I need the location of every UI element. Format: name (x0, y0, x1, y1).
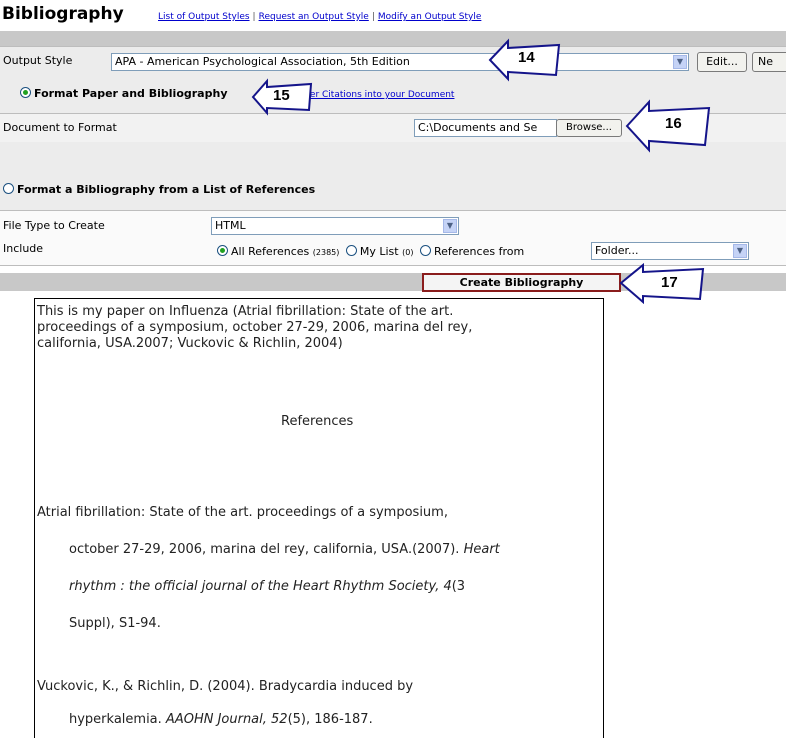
reference-text: (3 (451, 579, 466, 594)
file-type-label: File Type to Create (3, 219, 105, 232)
request-output-style-link[interactable]: Request an Output Style (259, 12, 369, 22)
file-type-value: HTML (215, 219, 246, 232)
enter-citations-link[interactable]: Enter Citations into your Document (295, 90, 454, 100)
format-paper-option[interactable]: Format Paper and Bibliography (20, 87, 227, 100)
radio-unselected-icon[interactable] (419, 245, 431, 256)
format-paper-label: Format Paper and Bibliography (34, 87, 228, 100)
folder-select[interactable]: Folder... ▼ (591, 242, 749, 260)
link-separator: | (252, 12, 256, 22)
all-references-label[interactable]: All References (231, 245, 309, 258)
edit-style-button[interactable]: Edit... (697, 52, 747, 72)
reference-1-line: rhythm : the official journal of the Hea… (69, 579, 465, 594)
format-list-option[interactable]: Format a Bibliography from a List of Ref… (3, 183, 315, 196)
output-style-value: APA - American Psychological Association… (115, 55, 410, 68)
radio-selected-icon[interactable] (20, 87, 31, 98)
reference-1-line: october 27-29, 2006, marina del rey, cal… (69, 542, 500, 557)
radio-selected-icon[interactable] (217, 245, 228, 256)
callout-15: 15 (251, 78, 314, 116)
references-heading: References (281, 414, 354, 429)
list-output-styles-link[interactable]: List of Output Styles (158, 12, 250, 22)
reference-1-line: Atrial fibrillation: State of the art. p… (37, 505, 448, 520)
callout-number: 17 (661, 274, 678, 291)
my-list-count: (0) (402, 248, 414, 257)
header-links: List of Output Styles | Request an Output … (158, 12, 481, 22)
document-label: Document to Format (3, 121, 117, 134)
callout-17: 17 (619, 263, 707, 304)
link-separator: | (371, 12, 375, 22)
reference-text: (5), 186-187. (287, 712, 373, 727)
browse-button[interactable]: Browse... (556, 119, 622, 137)
preview-intro-line: california, USA.2007; Vuckovic & Richlin… (37, 336, 343, 351)
reference-text: hyperkalemia. (69, 712, 166, 727)
callout-number: 16 (665, 115, 682, 132)
include-label: Include (3, 242, 44, 255)
create-bibliography-button[interactable]: Create Bibliography (422, 273, 621, 292)
folder-value: Folder... (595, 244, 639, 257)
callout-14: 14 (488, 38, 563, 82)
my-list-label[interactable]: My List (360, 245, 399, 258)
include-options: All References (2385) My List (0) Refere… (217, 245, 524, 258)
chevron-down-icon: ▼ (733, 244, 747, 258)
reference-text: october 27-29, 2006, marina del rey, cal… (69, 542, 464, 557)
preview-intro-line: This is my paper on Influenza (Atrial fi… (37, 304, 454, 319)
format-list-label: Format a Bibliography from a List of Ref… (17, 183, 316, 196)
top-band (0, 31, 786, 46)
references-from-label[interactable]: References from (434, 245, 524, 258)
bibliography-preview: This is my paper on Influenza (Atrial fi… (34, 298, 604, 738)
new-style-button[interactable]: Ne (752, 52, 786, 72)
radio-unselected-icon[interactable] (3, 183, 14, 194)
journal-title: rhythm : the official journal of the Hea… (69, 579, 452, 594)
reference-2-line: hyperkalemia. AAOHN Journal, 52(5), 186-… (69, 712, 373, 727)
preview-intro-line: proceedings of a symposium, october 27-2… (37, 320, 473, 335)
file-type-select[interactable]: HTML ▼ (211, 217, 459, 235)
callout-number: 15 (273, 87, 290, 104)
callout-number: 14 (518, 49, 535, 66)
all-references-count: (2385) (312, 248, 340, 257)
modify-output-style-link[interactable]: Modify an Output Style (378, 12, 482, 22)
output-style-label: Output Style (3, 54, 73, 67)
reference-1-line: Suppl), S1-94. (69, 616, 161, 631)
callout-16: 16 (625, 99, 712, 153)
chevron-down-icon: ▼ (443, 219, 457, 233)
page-title: Bibliography (2, 4, 124, 24)
journal-title: Heart (463, 542, 500, 557)
journal-title: AAOHN Journal, 52 (165, 712, 288, 727)
radio-unselected-icon[interactable] (345, 245, 357, 256)
reference-2-line: Vuckovic, K., & Richlin, D. (2004). Brad… (37, 679, 414, 694)
document-path-field[interactable]: C:\Documents and Se (414, 119, 557, 137)
output-style-select[interactable]: APA - American Psychological Association… (111, 53, 689, 71)
chevron-down-icon: ▼ (673, 55, 687, 69)
